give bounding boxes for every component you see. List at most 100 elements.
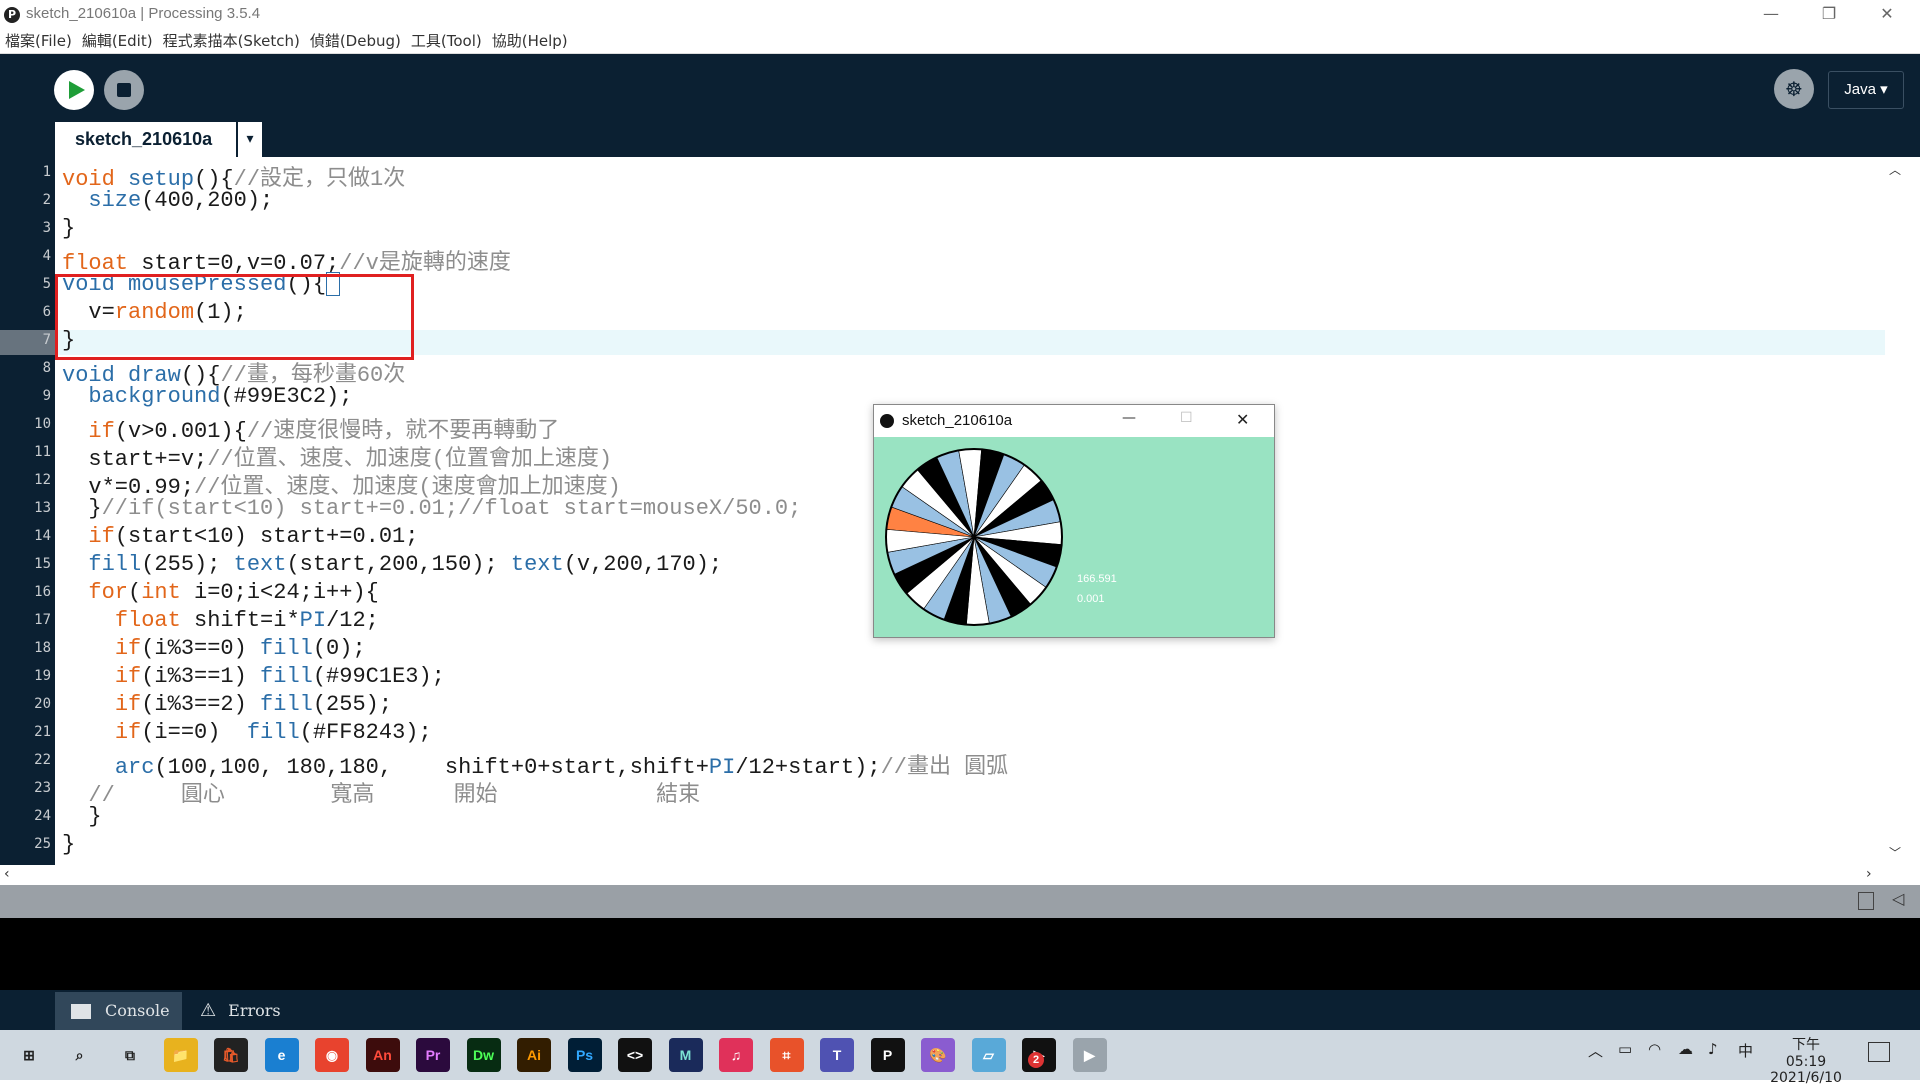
code-token: fill [260, 692, 313, 717]
console-tab-label: Console [105, 1001, 170, 1020]
code-line: } [62, 804, 102, 829]
code-line: if(i%3==1) fill(#99C1E3); [62, 664, 445, 689]
edge-icon[interactable]: e [264, 1038, 299, 1072]
scroll-up-icon[interactable]: ︿ [1889, 161, 1901, 178]
code-token: fill [88, 552, 142, 577]
maya-icon[interactable]: M [668, 1038, 703, 1072]
code-token: PI [299, 608, 327, 633]
menu-sketch[interactable]: 程式素描本(Sketch) [158, 30, 305, 53]
app-icon[interactable]: ▱ [971, 1038, 1006, 1072]
code-token: if [114, 720, 142, 745]
scroll-right-icon[interactable]: › [1866, 866, 1872, 882]
code-line: if(start<10) start+=0.01; [62, 524, 418, 549]
store-icon[interactable]: 🛍 [214, 1038, 248, 1072]
sketch-maximize-button[interactable]: ☐ [1180, 410, 1193, 426]
line-number: 2 [42, 192, 51, 208]
code-token: (i%3==1) [141, 664, 261, 689]
run-button[interactable] [54, 70, 94, 110]
photoshop-icon[interactable]: Ps [567, 1038, 602, 1072]
task-view-icon[interactable]: ⧉ [113, 1038, 147, 1072]
clock-time: 下午 05:19 [1785, 1037, 1827, 1070]
wifi-icon[interactable]: ◠ [1648, 1040, 1661, 1058]
line-number: 7 [42, 332, 51, 348]
teams-icon[interactable]: T [820, 1038, 854, 1072]
code-line: for(int i=0;i<24;i++){ [62, 580, 378, 605]
tab-sketch[interactable]: sketch_210610a [55, 122, 239, 157]
vertical-scrollbar[interactable]: ︿ ﹀ [1885, 157, 1905, 865]
code-line: if(i%3==0) fill(0); [62, 636, 366, 661]
sketch-start-value: 166.591 [1077, 573, 1117, 585]
illustrator-icon[interactable]: Ai [517, 1038, 551, 1072]
red-highlight-box [55, 274, 414, 360]
input-language[interactable]: 中 [1738, 1040, 1753, 1061]
sketch-window[interactable]: sketch_210610a — ☐ ✕ 166.591 0.001 [873, 404, 1275, 638]
close-button[interactable]: ✕ [1858, 0, 1916, 30]
tab-menu-button[interactable]: ▾ [236, 122, 262, 157]
code-token: } [62, 496, 102, 521]
line-number: 21 [34, 724, 51, 740]
stop-button[interactable] [104, 70, 144, 110]
menu-help[interactable]: 協助(Help) [487, 30, 573, 53]
code-token: (i%3==0) [141, 636, 261, 661]
processing-sketch-taskbar-icon[interactable]: ▶ [1072, 1038, 1107, 1072]
code-token: background [88, 384, 221, 409]
scroll-down-icon[interactable]: ﹀ [1889, 844, 1901, 861]
paint-icon[interactable]: 🎨 [921, 1038, 955, 1072]
sketch-close-button[interactable]: ✕ [1236, 410, 1249, 429]
debug-button[interactable]: ☸ [1774, 69, 1814, 109]
animate-icon[interactable]: An [365, 1038, 400, 1072]
clock[interactable]: 下午 05:19 2021/6/10 [1770, 1034, 1842, 1086]
window-title: sketch_210610a | Processing 3.5.4 [26, 5, 261, 22]
file-explorer-icon[interactable]: 📁 [163, 1038, 198, 1072]
onedrive-icon[interactable]: ☁ [1678, 1040, 1693, 1058]
scroll-left-icon[interactable]: ‹ [4, 866, 10, 882]
volume-icon[interactable]: ♪ [1708, 1040, 1718, 1058]
sketch-canvas[interactable] [874, 437, 1274, 637]
code-token: (255); [141, 552, 234, 577]
tray-chevron-icon[interactable]: ︿ [1588, 1040, 1603, 1061]
code-token: (#99E3C2); [220, 384, 353, 409]
processing-taskbar-icon[interactable]: P [870, 1038, 905, 1072]
maximize-button[interactable]: ❐ [1800, 0, 1858, 30]
code-token: (start,200,150); [286, 552, 511, 577]
app-icon[interactable]: ⌗ [769, 1038, 804, 1072]
code-token: (#FF8243); [299, 720, 432, 745]
battery-icon[interactable]: ▭ [1618, 1040, 1632, 1058]
horizontal-scrollbar[interactable]: ‹ › [0, 865, 1905, 885]
line-number: 8 [42, 360, 51, 376]
code-comment: //v是旋轉的速度 [339, 251, 511, 276]
notifications-icon[interactable] [1868, 1042, 1890, 1062]
code-token: text [233, 552, 287, 577]
errors-tab[interactable]: ⚠ Errors [200, 992, 310, 1030]
menu-debug[interactable]: 偵錯(Debug) [305, 30, 406, 53]
code-token: (i==0) [141, 720, 247, 745]
premiere-icon[interactable]: Pr [416, 1038, 450, 1072]
collapse-console-icon[interactable]: ◁ [1892, 889, 1904, 908]
code-token: if [114, 636, 142, 661]
code-app-icon[interactable]: <> [618, 1038, 652, 1072]
sketch-minimize-button[interactable]: — [1122, 410, 1136, 426]
itunes-icon[interactable]: ♫ [719, 1038, 753, 1072]
code-token: if [114, 664, 142, 689]
chrome-icon[interactable]: ◉ [315, 1038, 349, 1072]
menu-edit[interactable]: 編輯(Edit) [77, 30, 158, 53]
dreamweaver-icon[interactable]: Dw [466, 1038, 501, 1072]
clipboard-icon[interactable] [1858, 892, 1874, 910]
line-number: 20 [34, 696, 51, 712]
line-number: 14 [34, 528, 51, 544]
code-token: (0); [312, 636, 366, 661]
code-line: fill(255); text(start,200,150); text(v,2… [62, 552, 722, 577]
mode-selector[interactable]: Java ▾ [1828, 71, 1904, 109]
minimize-button[interactable]: — [1742, 0, 1800, 30]
start-button[interactable]: ⊞ [12, 1038, 46, 1072]
menu-file[interactable]: 檔案(File) [0, 30, 77, 53]
search-icon[interactable]: ⌕ [63, 1038, 97, 1072]
menu-tool[interactable]: 工具(Tool) [406, 30, 487, 53]
console-tab[interactable]: Console [55, 992, 182, 1030]
line-number: 5 [42, 276, 51, 292]
